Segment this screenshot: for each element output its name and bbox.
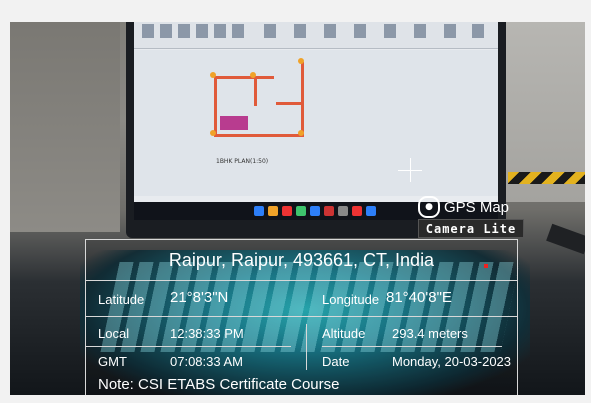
red-marker [484, 264, 488, 268]
floor-plan [206, 58, 306, 146]
altitude-label: Altitude [322, 326, 366, 341]
local-time-label: Local [98, 326, 130, 341]
gps-map-logo: ● GPS Map [418, 196, 526, 218]
location-pin-icon: ● [418, 196, 440, 218]
stylus [546, 223, 590, 255]
frame-border [585, 0, 591, 403]
altitude-value: 293.4 meters [392, 326, 468, 341]
note-label: Note: [98, 376, 134, 393]
latitude-value: 21°8'3"N [170, 289, 229, 306]
divider [322, 346, 502, 347]
date-value: Monday, 20-03-2023 [392, 354, 512, 369]
longitude-label: Longitude [322, 292, 380, 307]
divider [86, 280, 517, 281]
note: Note: CSI ETABS Certificate Course [98, 376, 339, 393]
note-value: CSI ETABS Certificate Course [138, 376, 340, 393]
laptop-screen [134, 18, 498, 220]
background-wall [10, 22, 120, 232]
frame-border [0, 0, 591, 22]
vertical-divider [306, 324, 307, 370]
divider [86, 316, 517, 317]
frame-border [0, 395, 591, 403]
longitude-value: 81°40'8"E [386, 289, 452, 306]
divider [86, 346, 291, 347]
gmt-value: 07:08:33 AM [170, 354, 243, 369]
address-text: Raipur, Raipur, 493661, CT, India [168, 250, 435, 270]
app-name: GPS Map [444, 198, 510, 216]
photo: 1BHK PLAN(1:50) ● GPS Map Camera Lite Ra… [0, 0, 591, 403]
cad-ribbon [134, 18, 498, 49]
local-time-value: 12:38:33 PM [170, 326, 244, 341]
hazard-stripe [508, 172, 585, 184]
crosshair-cursor-vertical [410, 158, 411, 182]
gmt-label: GMT [98, 354, 127, 369]
date-label: Date [322, 354, 350, 369]
latitude-label: Latitude [98, 292, 145, 307]
plan-caption: 1BHK PLAN(1:50) [216, 158, 269, 165]
gps-info-overlay: Raipur, Raipur, 493661, CT, India Latitu… [85, 239, 518, 397]
frame-border [0, 0, 10, 403]
cad-canvas [134, 50, 498, 196]
camera-lite-badge: Camera Lite [418, 219, 524, 238]
